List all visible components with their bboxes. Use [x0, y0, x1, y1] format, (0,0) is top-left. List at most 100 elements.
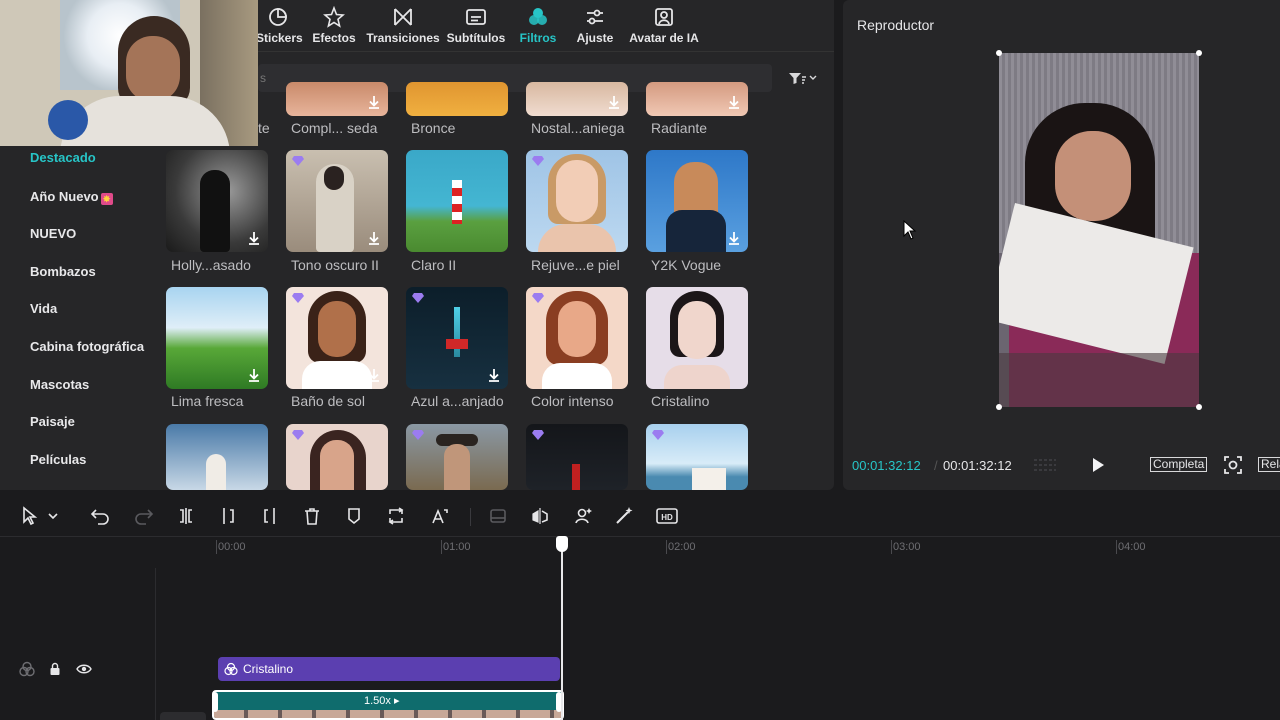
current-time: 00:01:32:12 — [852, 458, 921, 473]
split-left-icon[interactable] — [218, 506, 238, 526]
premium-gem-icon — [532, 156, 544, 166]
sidebar-item-destacado[interactable]: Destacado — [30, 150, 96, 165]
crop-handle[interactable] — [1196, 404, 1202, 410]
tab-subtitulos[interactable]: Subtítulos — [446, 6, 506, 45]
filter-thumbnail[interactable] — [286, 424, 388, 490]
select-pointer-icon[interactable] — [20, 506, 40, 526]
tab-filtros[interactable]: Filtros — [518, 6, 558, 45]
filter-thumbnail[interactable] — [406, 287, 508, 389]
filter-thumbnail[interactable] — [406, 150, 508, 252]
filter-thumbnail[interactable] — [526, 82, 628, 116]
tab-stickers[interactable]: Stickers — [256, 6, 303, 45]
tab-ajuste[interactable]: Ajuste — [574, 6, 616, 45]
download-icon — [489, 369, 499, 382]
play-small-icon: ▸ — [393, 695, 400, 707]
filter-icon — [529, 8, 547, 25]
sidebar-item-mascotas[interactable]: Mascotas — [30, 377, 89, 392]
filter-thumbnail[interactable] — [406, 82, 508, 116]
loop-icon[interactable] — [386, 506, 406, 526]
tab-avatar-ia[interactable]: Avatar de IA — [628, 6, 700, 45]
waveform-icon[interactable] — [1032, 456, 1058, 474]
marker-icon[interactable] — [344, 506, 364, 526]
ai-person-icon[interactable] — [573, 506, 593, 526]
filter-thumbnail[interactable] — [526, 287, 628, 389]
search-placeholder: s — [260, 71, 266, 85]
filter-thumbnail[interactable] — [286, 82, 388, 116]
filter-thumbnail[interactable] — [646, 82, 748, 116]
filter-label: Azul a...anjado — [411, 393, 504, 409]
mouse-cursor-icon — [903, 220, 917, 240]
tab-label: Avatar de IA — [629, 31, 699, 45]
sidebar-item-bombazos[interactable]: Bombazos — [30, 264, 96, 279]
sidebar-item-peliculas[interactable]: Películas — [30, 452, 86, 467]
filter-label: Rejuve...e piel — [531, 257, 620, 273]
crop-handle[interactable] — [996, 404, 1002, 410]
premium-gem-icon — [412, 293, 424, 303]
screenshot-icon[interactable] — [1223, 455, 1243, 475]
filter-thumbnail[interactable] — [286, 150, 388, 252]
undo-icon[interactable] — [90, 506, 110, 526]
lock-icon[interactable] — [49, 662, 61, 676]
hd-icon[interactable]: HD — [656, 506, 678, 526]
sidebar-item-label: Vida — [30, 301, 58, 316]
time-ruler-label: 04:00 — [1118, 541, 1146, 553]
magic-wand-icon[interactable] — [614, 506, 634, 526]
filter-thumbnail[interactable] — [646, 424, 748, 490]
video-preview[interactable] — [999, 53, 1199, 407]
download-icon — [729, 232, 739, 245]
filter-label: te — [258, 120, 270, 136]
filter-thumbnail[interactable] — [406, 424, 508, 490]
crop-handle[interactable] — [1196, 50, 1202, 56]
play-icon[interactable] — [1091, 457, 1105, 473]
download-icon — [369, 232, 379, 245]
filter-thumbnail[interactable] — [646, 287, 748, 389]
filter-thumbnail[interactable] — [286, 287, 388, 389]
playhead-handle[interactable] — [556, 536, 568, 552]
video-clip[interactable]: 1.50x ▸ — [212, 690, 564, 720]
timeline[interactable]: 00:00 01:00 02:00 03:00 04:00 Cristalino… — [0, 536, 1280, 720]
sidebar-item-paisaje[interactable]: Paisaje — [30, 414, 75, 429]
speed-label: 1.50x — [364, 695, 391, 707]
tab-transiciones[interactable]: Transiciones — [366, 6, 440, 45]
premium-gem-icon — [292, 156, 304, 166]
sparkle-icon: ✸ — [100, 193, 113, 205]
chevron-down-icon[interactable] — [46, 506, 60, 526]
full-quality-button[interactable]: Completa — [1150, 457, 1208, 472]
playhead[interactable] — [561, 544, 563, 720]
filter-thumbnail[interactable] — [526, 424, 628, 490]
tab-label: Efectos — [312, 31, 356, 45]
eye-icon[interactable] — [76, 663, 92, 675]
sidebar-item-vida[interactable]: Vida — [30, 301, 57, 316]
crop-handle[interactable] — [996, 50, 1002, 56]
webcam-overlay — [0, 0, 258, 146]
filter-label: Y2K Vogue — [651, 257, 722, 273]
mirror-icon[interactable] — [530, 506, 550, 526]
sidebar-item-cabina-fotografica[interactable]: Cabina fotográfica — [30, 339, 144, 354]
sidebar-item-nuevo[interactable]: NUEVO — [30, 226, 76, 241]
filter-thumbnail[interactable] — [166, 150, 268, 252]
download-icon — [729, 96, 739, 109]
download-icon — [369, 369, 379, 382]
time-separator: / — [934, 458, 938, 473]
filter-thumbnail[interactable] — [646, 150, 748, 252]
split-right-icon[interactable] — [260, 506, 280, 526]
auto-reframe-icon[interactable] — [430, 506, 450, 526]
filter-thumbnail[interactable] — [166, 424, 268, 490]
ratio-button[interactable]: Rela — [1258, 457, 1280, 472]
sidebar-item-label: Bombazos — [30, 264, 96, 279]
clip-left-handle[interactable] — [212, 692, 218, 712]
filter-label: Claro II — [411, 257, 457, 273]
filter-thumbnail[interactable] — [166, 287, 268, 389]
split-icon[interactable] — [176, 506, 196, 526]
sidebar-item-ano-nuevo[interactable]: Año Nuevo ✸ — [30, 189, 113, 205]
avatar-icon — [655, 8, 673, 26]
sticker-icon — [269, 8, 287, 26]
delete-icon[interactable] — [302, 506, 322, 526]
premium-gem-icon — [532, 430, 544, 440]
filter-clip[interactable]: Cristalino — [218, 657, 560, 681]
filter-track-icon — [19, 661, 35, 677]
tab-efectos[interactable]: Efectos — [312, 6, 356, 45]
sort-filter-button[interactable] — [786, 66, 820, 90]
track-collapse-button[interactable] — [160, 712, 206, 720]
filter-thumbnail[interactable] — [526, 150, 628, 252]
